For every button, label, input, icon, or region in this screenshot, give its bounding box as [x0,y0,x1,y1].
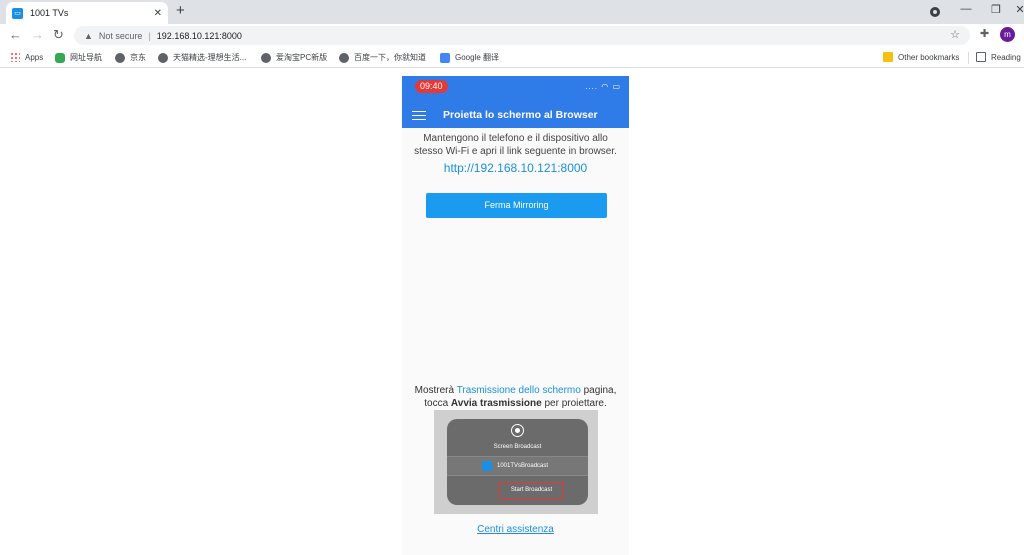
broadcast-screenshot: Screen Broadcast 1001TVsBroadcast Start … [434,410,598,514]
bookmark-label: Apps [25,52,44,62]
mirror-url[interactable]: http://192.168.10.121:8000 [402,161,629,175]
tab-search-icon[interactable] [930,7,940,17]
bookmark-item[interactable]: 京东 [115,52,146,63]
restore-icon[interactable]: ❐ [989,3,1003,16]
bookmark-label: 京东 [130,53,146,62]
intro-text: Mantengono il telefono e il dispositivo … [414,133,617,157]
sheet-app-name: 1001TVsBroadcast [497,463,549,469]
globe-icon [339,52,349,63]
reading-list[interactable]: Reading [976,52,1021,62]
google-translate-icon [440,52,450,63]
bookmark-item[interactable]: 网址导航 [55,52,102,63]
forward-icon[interactable]: → [31,27,44,43]
help-center-link[interactable]: Centri assistenza [402,524,629,535]
status-icons: .... ◠ ▭ [585,82,621,91]
broadcast-sheet: Screen Broadcast 1001TVsBroadcast Start … [447,419,588,505]
bookmark-item[interactable]: 百度一下，你就知道 [339,52,426,63]
app-bar: 09:40 .... ◠ ▭ Proietta lo schermo al Br… [402,76,629,128]
url-text[interactable]: 192.168.10.121:8000 [157,31,242,41]
tv-icon: ▭ [12,7,23,19]
bookmark-apps[interactable]: Apps [10,52,43,62]
instr-highlight: Trasmissione dello schermo [456,385,581,396]
start-broadcast-label: Start Broadcast [499,482,564,499]
reload-icon[interactable]: ↻ [53,27,64,43]
bookmark-star-icon[interactable]: ☆ [950,28,960,41]
app-icon [482,461,492,471]
instr-suffix: per proiettare. [541,398,607,409]
instr-mid: pagina, [580,385,617,396]
address-bar[interactable]: ▲ Not secure | 192.168.10.121:8000 ☆ [74,26,970,45]
bookmark-item[interactable]: Google 翻译 [440,52,499,63]
instr-line2-prefix: tocca [424,398,451,409]
close-icon[interactable]: ✕ [154,8,162,19]
extensions-icon[interactable]: ✚ [980,27,989,40]
security-label[interactable]: Not secure [99,31,143,41]
browser-toolbar: ← → ↻ ▲ Not secure | 192.168.10.121:8000… [0,24,1024,47]
browser-tab[interactable]: ▭ 1001 TVs ✕ [6,2,168,24]
bookmark-label: 爱淘宝PC新版 [276,53,328,62]
instr-prefix: Mostrerà [414,385,457,396]
bookmark-label: 百度一下，你就知道 [354,53,426,62]
folder-icon [883,52,893,62]
divider [968,52,969,64]
sheet-app-row: 1001TVsBroadcast [447,456,588,476]
page-title: Proietta lo schermo al Browser [443,109,598,121]
bookmark-item[interactable]: 天猫精选-理想生活... [158,52,246,63]
bookmark-label: 天猫精选-理想生活... [173,53,247,62]
car-icon [55,52,65,63]
apps-icon [10,52,20,62]
minimize-icon[interactable]: — [959,3,973,15]
record-icon [511,424,524,437]
reading-list-icon [976,52,986,62]
instr-bold: Avvia trasmissione [450,398,542,409]
close-window-icon[interactable]: ✕ [1013,3,1024,16]
instruction-text: Mostrerà Trasmissione dello schermo pagi… [402,384,629,410]
bookmark-label: 网址导航 [70,53,102,62]
bookmark-label: Google 翻译 [455,53,500,62]
hamburger-menu-icon[interactable] [412,111,426,120]
tab-title: 1001 TVs [30,8,69,18]
other-bookmarks-label: Other bookmarks [898,52,960,62]
sheet-title: Screen Broadcast [493,444,542,450]
back-icon[interactable]: ← [9,27,22,43]
bookmarks-bar: Apps 网址导航 京东 天猫精选-理想生活... 爱淘宝PC新版 百度一下，你… [0,48,1024,68]
new-tab-button[interactable]: + [176,3,185,19]
tab-strip: ▭ 1001 TVs ✕ + — ❐ ✕ [0,0,1024,24]
stop-mirroring-button[interactable]: Ferma Mirroring [426,193,607,218]
bookmark-item[interactable]: 爱淘宝PC新版 [261,52,327,63]
globe-icon [261,52,271,63]
globe-icon [115,52,125,63]
profile-avatar[interactable]: m [1000,27,1015,42]
separator: | [148,30,151,41]
reading-list-label: Reading [991,52,1021,62]
warning-icon[interactable]: ▲ [84,31,93,41]
mirroring-page: 09:40 .... ◠ ▭ Proietta lo schermo al Br… [402,76,629,555]
status-time: 09:40 [415,80,448,93]
other-bookmarks[interactable]: Other bookmarks [883,52,959,62]
globe-icon [158,52,168,63]
